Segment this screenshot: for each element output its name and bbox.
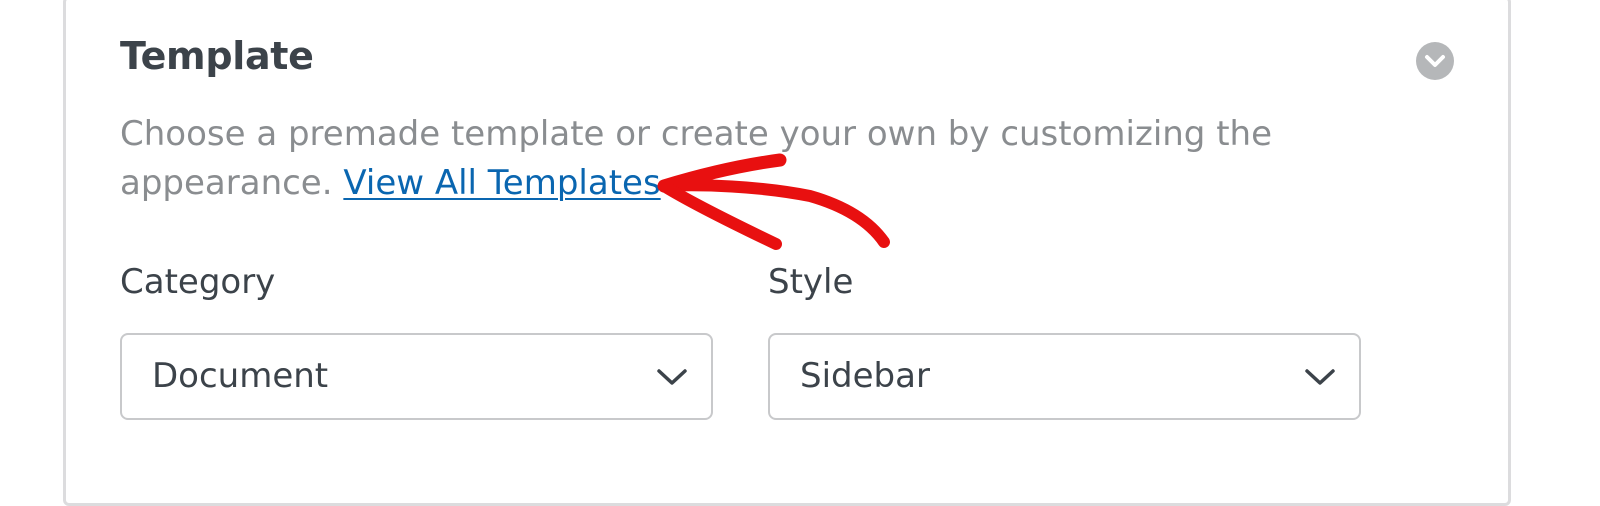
style-select-value: Sidebar <box>800 356 930 396</box>
chevron-down-icon <box>1305 369 1335 385</box>
style-label: Style <box>768 262 854 302</box>
category-select-value: Document <box>152 356 329 396</box>
view-all-templates-link[interactable]: View All Templates <box>343 163 660 203</box>
section-description: Choose a premade template or create your… <box>120 110 1340 208</box>
section-title: Template <box>120 34 314 78</box>
chevron-down-icon <box>657 369 687 385</box>
chevron-down-circle-icon <box>1425 55 1445 67</box>
category-select[interactable]: Document <box>120 333 713 420</box>
collapse-button[interactable] <box>1416 42 1454 80</box>
category-label: Category <box>120 262 276 302</box>
description-text: Choose a premade template or create your… <box>120 114 1272 203</box>
style-select[interactable]: Sidebar <box>768 333 1361 420</box>
